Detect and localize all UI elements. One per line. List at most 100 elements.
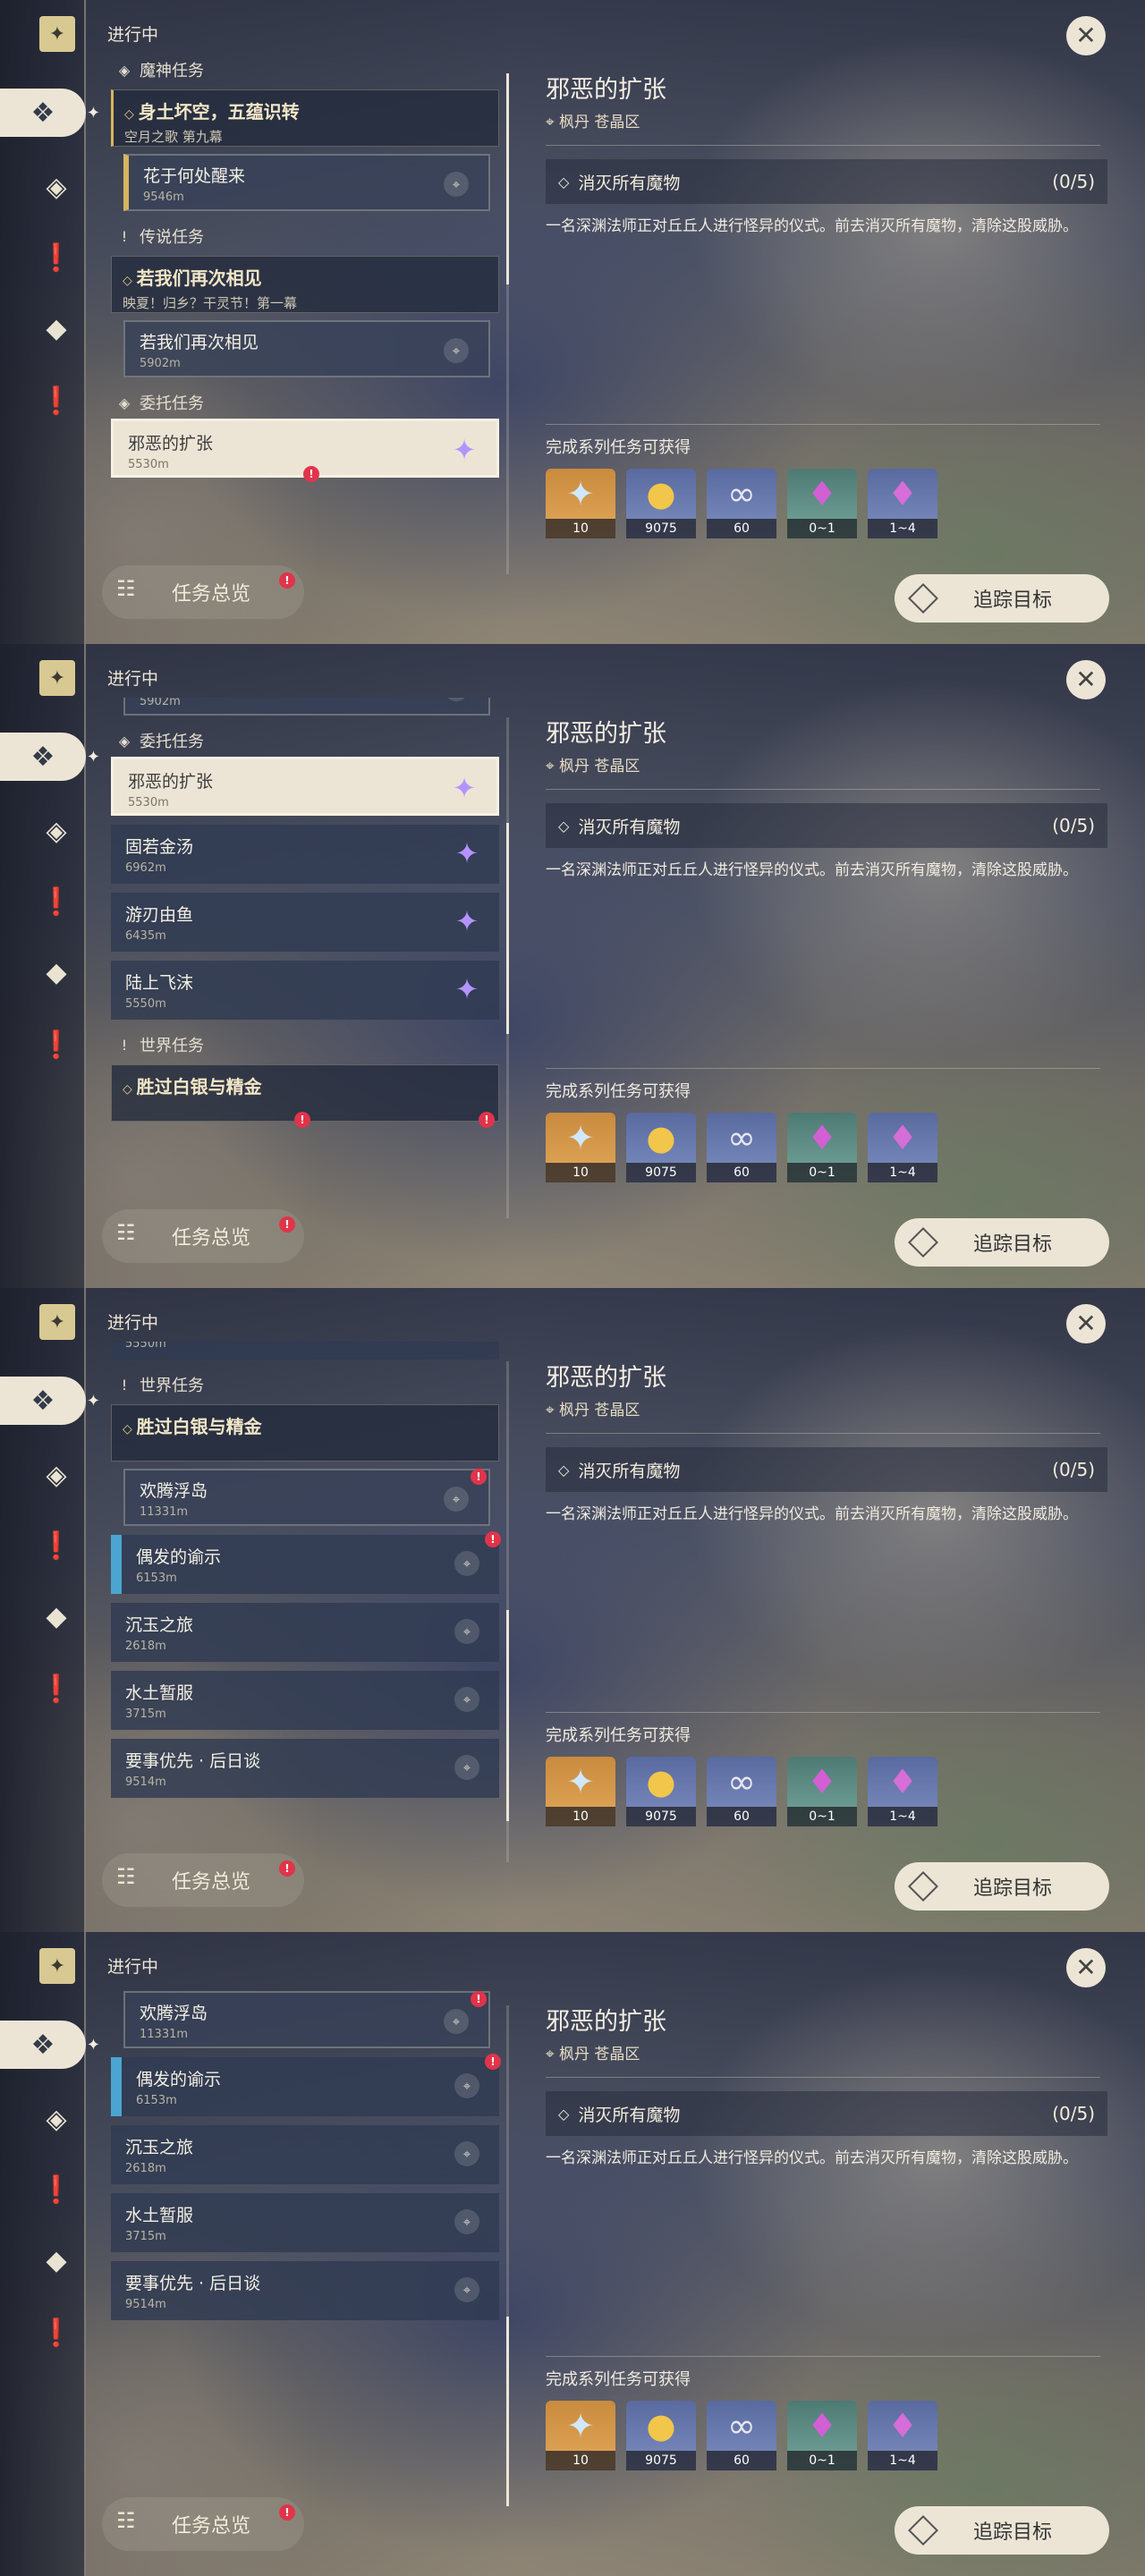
world-quest-item[interactable]: 沉玉之旅 2618m ⌖	[111, 1603, 499, 1662]
close-button[interactable]: ✕	[1066, 660, 1106, 699]
quest-list[interactable]: 若我们再次相见 5902m ⌖ ◈ 委托任务 邪恶的扩张 5530m ✦ 固若金汤…	[106, 698, 505, 1199]
reward-item[interactable]: ♦ 1~4	[868, 1757, 937, 1826]
reward-item[interactable]: ● 9075	[626, 1113, 696, 1182]
bookmark-icon[interactable]: ✦	[39, 660, 75, 696]
reward-item[interactable]: ✦ 10	[546, 1113, 615, 1182]
story-quest-tab[interactable]: ❗	[32, 233, 81, 282]
commission-tab[interactable]: ◆	[32, 2236, 81, 2284]
location-pin-icon[interactable]: ⌖	[444, 338, 469, 363]
location-pin-icon[interactable]: ⌖	[454, 2209, 479, 2234]
close-button[interactable]: ✕	[1066, 16, 1106, 55]
legend-sub-step[interactable]: 若我们再次相见 5902m ⌖	[123, 698, 490, 716]
legend-quest-main[interactable]: 若我们再次相见 映夏！归乡？干灵节！第一幕	[111, 256, 499, 313]
quest-list[interactable]: ◈魔神任务 身土坏空，五蕴识转 空月之歌 第九幕 花于何处醒来 9546m ⌖ …	[106, 54, 505, 555]
location-pin-icon[interactable]: ⌖	[454, 1551, 479, 1576]
world-quest-tab[interactable]: ❗	[32, 2309, 81, 2357]
location-pin-icon[interactable]: ⌖	[454, 2141, 479, 2166]
quest-list[interactable]: 陆上飞沫 5550m ✦ ! 世界任务 胜过白银与精金 欢腾浮岛 11331m ⌖…	[106, 1342, 505, 1843]
location-pin-icon[interactable]: ⌖	[454, 2073, 479, 2098]
reward-item[interactable]: ♦ 0~1	[787, 469, 857, 538]
world-quest-item[interactable]: 要事优先 · 后日谈 9514m ⌖	[111, 1739, 499, 1798]
quest-overview-button[interactable]: ☷ 任务总览 !	[102, 1209, 304, 1263]
legend-sub-step[interactable]: 若我们再次相见 5902m ⌖	[123, 320, 490, 377]
quest-overview-button[interactable]: ☷ 任务总览 !	[102, 565, 304, 619]
commission-tab[interactable]: ◆	[32, 948, 81, 996]
reward-item[interactable]: ● 9075	[626, 1757, 696, 1826]
track-objective-button[interactable]: ◇ 追踪目标	[895, 2506, 1109, 2555]
bookmark-icon[interactable]: ✦	[39, 16, 75, 52]
all-quests-tab[interactable]: ❖	[0, 2021, 100, 2069]
story-quest-tab[interactable]: ❗	[32, 1521, 81, 1570]
location-pin-icon[interactable]: ⌖	[454, 1619, 479, 1644]
reward-item[interactable]: ● 9075	[626, 2401, 696, 2470]
commission-tab[interactable]: ◆	[32, 304, 81, 352]
world-quest-item[interactable]: 水土暂服 3715m ⌖	[111, 1671, 499, 1730]
archon-sub-step[interactable]: 花于何处醒来 9546m ⌖	[123, 154, 490, 211]
close-button[interactable]: ✕	[1066, 1304, 1106, 1343]
track-objective-button[interactable]: ◇ 追踪目标	[895, 574, 1109, 623]
archon-quest-tab[interactable]: ◈	[32, 1451, 81, 1499]
quest-overview-button[interactable]: ☷ 任务总览 !	[102, 1853, 304, 1907]
world-quest-main[interactable]: 胜过白银与精金 ! !	[111, 1064, 499, 1128]
location-pin-icon[interactable]: ⌖	[454, 1687, 479, 1712]
bookmark-icon[interactable]: ✦	[39, 1948, 75, 1984]
reward-item[interactable]: ✦ 10	[546, 1757, 615, 1826]
reward-item[interactable]: ● 9075	[626, 469, 696, 538]
world-quest-tab[interactable]: ❗	[32, 1021, 81, 1069]
world-quest-tab[interactable]: ❗	[32, 1665, 81, 1713]
story-quest-tab[interactable]: ❗	[32, 2165, 81, 2214]
reward-item[interactable]: ♦ 0~1	[787, 2401, 857, 2470]
world-quest-main[interactable]: 胜过白银与精金	[111, 1404, 499, 1462]
close-button[interactable]: ✕	[1066, 1948, 1106, 1987]
divider	[546, 145, 1100, 146]
world-sub-step[interactable]: 欢腾浮岛 11331m ⌖ !	[123, 1469, 490, 1526]
reward-item[interactable]: ♦ 0~1	[787, 1113, 857, 1182]
scrollbar-thumb[interactable]	[506, 1610, 509, 1821]
reward-item[interactable]: ♦ 0~1	[787, 1757, 857, 1826]
reward-item[interactable]: ✦ 10	[546, 2401, 615, 2470]
archon-quest-tab[interactable]: ◈	[32, 807, 81, 855]
archon-quest-tab[interactable]: ◈	[32, 2095, 81, 2143]
reward-item[interactable]: ∞ 60	[707, 2401, 776, 2470]
commission-item[interactable]: 固若金汤 6962m ✦	[111, 825, 499, 884]
world-quest-item[interactable]: 偶发的谕示 6153m ⌖ !	[111, 1531, 501, 1594]
reward-item[interactable]: ∞ 60	[707, 1113, 776, 1182]
commission-item[interactable]: 游刃由鱼 6435m ✦	[111, 893, 499, 952]
scrollbar-thumb[interactable]	[506, 2317, 509, 2506]
reward-item[interactable]: ♦ 1~4	[868, 2401, 937, 2470]
reward-item[interactable]: ∞ 60	[707, 469, 776, 538]
commission-item[interactable]: 陆上飞沫 5550m ✦	[111, 961, 499, 1020]
story-quest-tab[interactable]: ❗	[32, 877, 81, 926]
track-objective-button[interactable]: ◇ 追踪目标	[895, 1862, 1109, 1911]
commission-item[interactable]: 陆上飞沫 5550m ✦	[111, 1342, 499, 1360]
world-quest-tab[interactable]: ❗	[32, 377, 81, 425]
quest-list[interactable]: 欢腾浮岛 11331m ⌖ ! 偶发的谕示 6153m ⌖ ! 沉玉之旅 261…	[106, 1986, 505, 2487]
world-quest-item[interactable]: 水土暂服 3715m ⌖	[111, 2193, 499, 2252]
reward-item[interactable]: ♦ 1~4	[868, 469, 937, 538]
scrollbar-thumb[interactable]	[506, 73, 509, 284]
world-quest-item[interactable]: 偶发的谕示 6153m ⌖ !	[111, 2054, 501, 2116]
reward-item[interactable]: ✦ 10	[546, 469, 615, 538]
all-quests-tab[interactable]: ❖	[0, 89, 100, 137]
location-pin-icon[interactable]: ⌖	[444, 2009, 469, 2034]
scrollbar-thumb[interactable]	[506, 823, 509, 1034]
archon-quest-main[interactable]: 身土坏空，五蕴识转 空月之歌 第九幕	[111, 89, 499, 147]
world-quest-item[interactable]: 沉玉之旅 2618m ⌖	[111, 2125, 499, 2184]
location-pin-icon[interactable]: ⌖	[454, 2277, 479, 2302]
all-quests-tab[interactable]: ❖	[0, 1377, 100, 1425]
location-pin-icon[interactable]: ⌖	[444, 172, 469, 197]
track-objective-button[interactable]: ◇ 追踪目标	[895, 1218, 1109, 1267]
commission-tab[interactable]: ◆	[32, 1592, 81, 1640]
bookmark-icon[interactable]: ✦	[39, 1304, 75, 1340]
world-sub-step[interactable]: 欢腾浮岛 11331m ⌖ !	[123, 1991, 490, 2048]
all-quests-tab[interactable]: ❖	[0, 733, 100, 781]
commission-item-selected[interactable]: 邪恶的扩张 5530m ✦ !	[111, 419, 499, 482]
quest-overview-button[interactable]: ☷ 任务总览 !	[102, 2497, 304, 2551]
location-pin-icon[interactable]: ⌖	[444, 1487, 469, 1512]
location-pin-icon[interactable]: ⌖	[454, 1755, 479, 1780]
commission-item-selected[interactable]: 邪恶的扩张 5530m ✦	[111, 757, 499, 816]
world-quest-item[interactable]: 要事优先 · 后日谈 9514m ⌖	[111, 2261, 499, 2320]
archon-quest-tab[interactable]: ◈	[32, 163, 81, 211]
reward-item[interactable]: ♦ 1~4	[868, 1113, 937, 1182]
reward-item[interactable]: ∞ 60	[707, 1757, 776, 1826]
